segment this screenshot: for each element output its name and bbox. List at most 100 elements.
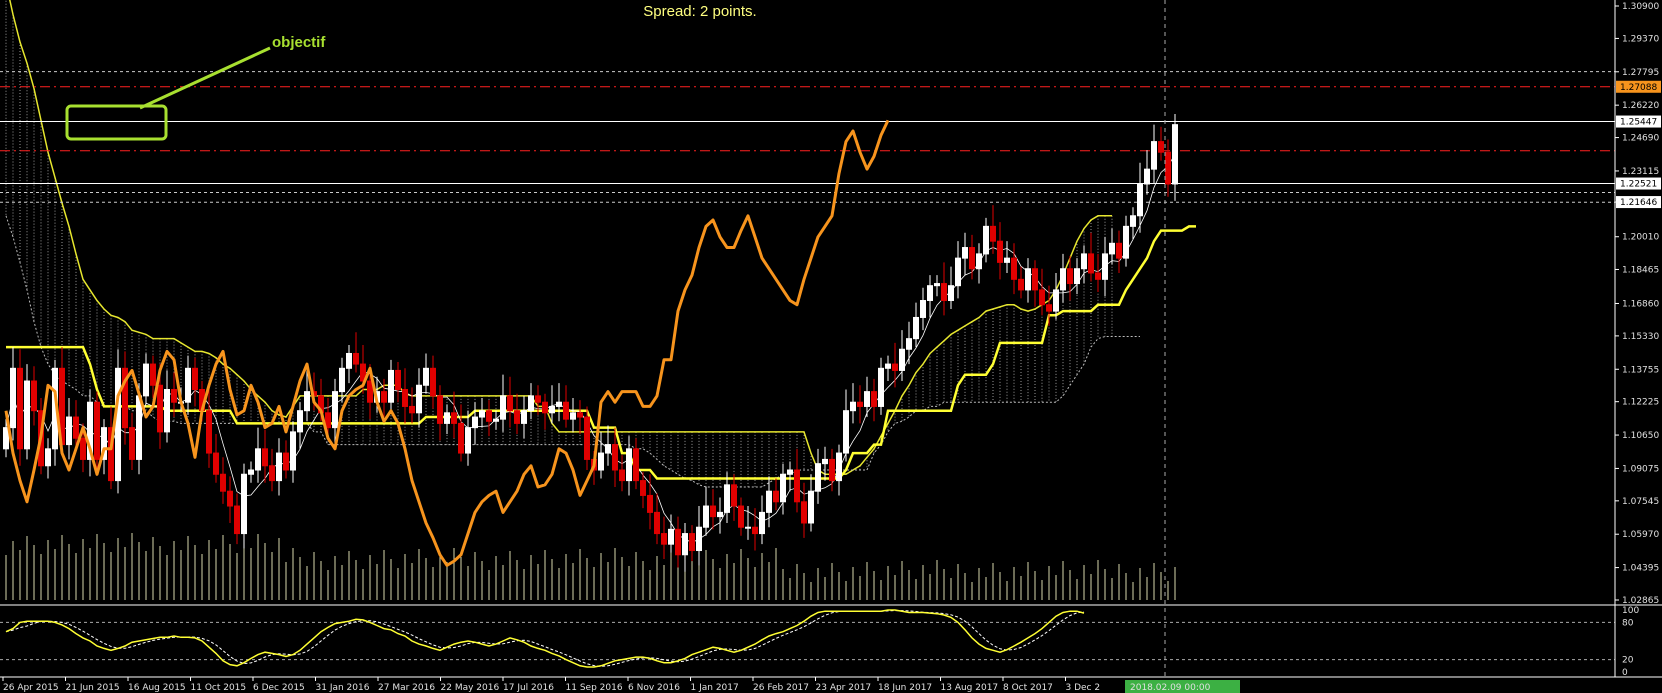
candle-bull [10, 367, 16, 429]
candle-bull [920, 300, 926, 318]
candle-bear [458, 422, 464, 454]
candle-bear [1032, 268, 1038, 291]
candle-bear [514, 410, 520, 424]
candle-bear [563, 401, 569, 420]
candle-bear [402, 388, 408, 407]
candle-bull [388, 369, 394, 403]
candle-bull [465, 427, 471, 454]
price-tick-label: 1.09075 [1622, 464, 1659, 474]
price-tick-label: 1.26220 [1622, 101, 1659, 111]
chart-background [0, 0, 1662, 693]
candle-bear [1095, 272, 1101, 280]
candle-bear [941, 283, 947, 302]
time-tick-label: 23 Apr 2017 [816, 683, 872, 693]
price-tick-label: 1.02865 [1622, 596, 1659, 606]
price-tick-label: 1.24690 [1622, 134, 1659, 144]
candle-bear [1088, 253, 1094, 274]
candle-bear [157, 384, 163, 433]
chart-canvas: objectif Spread: 2 points. 10080200 1.30… [0, 0, 1662, 693]
candle-bull [1053, 289, 1059, 312]
candle-bear [367, 380, 373, 403]
candle-bull [899, 348, 905, 371]
time-tick-label: 6 Nov 2016 [628, 683, 680, 693]
candle-bull [115, 367, 121, 482]
candle-bear [171, 388, 177, 403]
time-tick-label: 26 Feb 2017 [753, 683, 809, 693]
candle-bull [703, 505, 709, 528]
candle-bull [878, 367, 884, 407]
candle-bear [213, 452, 219, 475]
candle-bull [255, 448, 261, 471]
candle-bear [262, 448, 268, 467]
time-tick-label: 22 May 2016 [441, 683, 500, 693]
candle-bull [759, 511, 765, 535]
candle-bear [857, 401, 863, 407]
candle-bull [3, 427, 9, 450]
candle-bull [521, 410, 527, 424]
price-tag-label: 1.25447 [1620, 118, 1657, 128]
candle-bear [1018, 278, 1024, 291]
candle-bull [598, 452, 604, 471]
candle-bull [696, 526, 702, 552]
candle-bear [647, 494, 653, 513]
price-tag-label: 1.21646 [1620, 198, 1657, 208]
candle-bear [381, 391, 387, 403]
candle-bull [143, 363, 149, 397]
candle-bull [745, 526, 751, 529]
candle-bear [990, 225, 996, 242]
candle-bear [192, 367, 198, 390]
candle-bear [612, 444, 618, 471]
candle-bull [605, 444, 611, 454]
candle-bull [682, 533, 688, 556]
candle-bear [752, 526, 758, 535]
candle-bull [626, 448, 632, 482]
price-tick-label: 1.23115 [1622, 167, 1659, 177]
candle-bull [948, 285, 954, 302]
candle-bear [710, 505, 716, 518]
candle-bull [934, 283, 940, 287]
candle-bull [500, 395, 506, 420]
candle-bull [1123, 225, 1129, 259]
candle-bull [906, 338, 912, 350]
candle-bear [584, 416, 590, 460]
candle-bear [640, 480, 646, 496]
price-tick-label: 1.12225 [1622, 398, 1659, 408]
candle-bear [94, 401, 100, 460]
candle-bull [290, 431, 296, 471]
candle-bull [864, 391, 870, 407]
candle-bear [1165, 151, 1171, 185]
osc-tick-label: 100 [1622, 606, 1639, 616]
candle-bear [269, 465, 275, 482]
candle-bear [129, 427, 135, 460]
spread-label: Spread: 2 points. [643, 3, 756, 20]
candle-bear [801, 501, 807, 524]
candle-bull [1025, 268, 1031, 291]
candle-bull [248, 469, 254, 475]
candle-bear [220, 473, 226, 492]
candle-bull [717, 511, 723, 518]
time-tick-label: 16 Aug 2015 [128, 683, 186, 693]
candle-bear [661, 533, 667, 545]
candle-bear [997, 240, 1003, 263]
candle-bear [507, 395, 513, 412]
candle-bear [675, 528, 681, 556]
candle-bear [31, 380, 37, 412]
candle-bear [773, 490, 779, 503]
time-tick-label: 31 Jan 2016 [316, 683, 370, 693]
candle-bear [430, 367, 436, 397]
candle-bull [843, 410, 849, 454]
time-tick-label: 1 Jan 2017 [691, 683, 739, 693]
candle-bear [283, 452, 289, 471]
osc-tick-label: 20 [1622, 656, 1634, 666]
candle-bull [339, 367, 345, 393]
time-tick-label: 11 Sep 2016 [566, 683, 623, 693]
candle-bull [66, 416, 72, 446]
candle-bull [808, 490, 814, 524]
candle-bull [815, 463, 821, 492]
candle-bull [556, 401, 562, 407]
candle-bull [136, 395, 142, 460]
price-tick-label: 1.29370 [1622, 34, 1659, 44]
candle-bull [164, 388, 170, 433]
time-tick-label: 8 Oct 2017 [1003, 683, 1053, 693]
candle-bear [80, 437, 86, 460]
